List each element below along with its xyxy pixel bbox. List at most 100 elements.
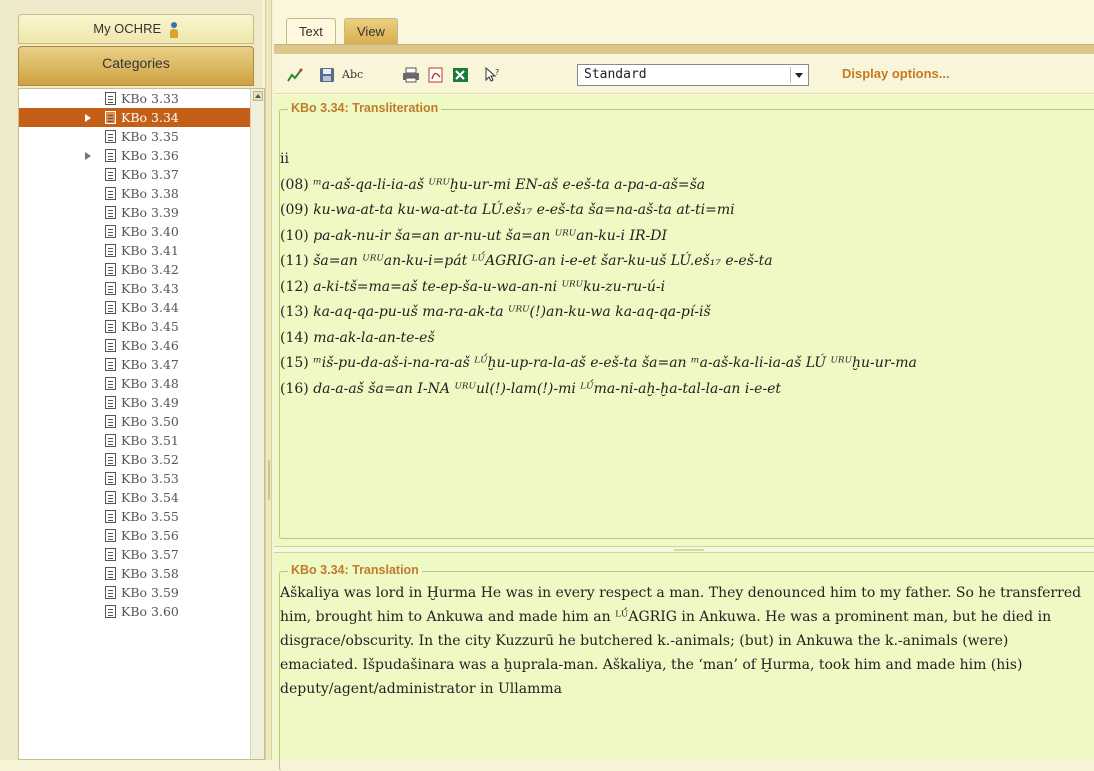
- tree-item[interactable]: KBo 3.43: [19, 279, 264, 298]
- tree-item-label: KBo 3.40: [121, 224, 179, 239]
- line-number: (10): [280, 227, 309, 244]
- tree-item[interactable]: KBo 3.37: [19, 165, 264, 184]
- tree-item[interactable]: KBo 3.33: [19, 89, 264, 108]
- line-text: da-a-aš ša=an I-NA ᵁᴿᵁul(!)-lam(!)-mi ᴸᵁ…: [313, 380, 782, 397]
- tree-item-label: KBo 3.49: [121, 395, 179, 410]
- tree-item[interactable]: KBo 3.34: [19, 108, 264, 127]
- document-icon: [105, 491, 116, 504]
- document-icon: [105, 339, 116, 352]
- expand-arrow-icon[interactable]: [85, 114, 91, 122]
- tree-item[interactable]: KBo 3.45: [19, 317, 264, 336]
- tree-item-label: KBo 3.38: [121, 186, 179, 201]
- transliteration-line: (15) ᵐiš-pu-da-aš-i-na-ra-aš ᴸᵁ́ḫu-up-ra…: [280, 351, 1094, 377]
- document-icon: [105, 320, 116, 333]
- tree-item[interactable]: KBo 3.49: [19, 393, 264, 412]
- tree-item[interactable]: KBo 3.42: [19, 260, 264, 279]
- panel-splitter[interactable]: [265, 0, 272, 760]
- spellcheck-icon[interactable]: Abc: [342, 67, 363, 83]
- save-icon[interactable]: [318, 67, 336, 83]
- view-mode-select[interactable]: Standard: [577, 64, 809, 86]
- line-number: (09): [280, 202, 309, 218]
- svg-text:?: ?: [495, 68, 499, 77]
- tab-view-label: View: [357, 24, 385, 39]
- tree-item[interactable]: KBo 3.40: [19, 222, 264, 241]
- tree-scrollbar[interactable]: [250, 89, 264, 759]
- categories-button[interactable]: Categories: [18, 46, 254, 86]
- tree-item[interactable]: KBo 3.60: [19, 602, 264, 621]
- tree-item[interactable]: KBo 3.39: [19, 203, 264, 222]
- transliteration-line: (11) ša=an ᵁᴿᵁan-ku-i=pát ᴸᵁ́AGRIG-an i-…: [280, 249, 1094, 275]
- document-icon: [105, 92, 116, 105]
- transliteration-heading: KBo 3.34: Transliteration: [288, 101, 442, 115]
- tree-item-label: KBo 3.36: [121, 148, 179, 163]
- tab-text[interactable]: Text: [286, 18, 336, 45]
- help-cursor-icon[interactable]: ?: [484, 67, 502, 83]
- tree-item-label: KBo 3.37: [121, 167, 179, 182]
- tree-item-label: KBo 3.45: [121, 319, 179, 334]
- line-text: ku-wa-at-ta ku-wa-at-ta LÚ.eš₁₇ e-eš-ta …: [313, 202, 735, 218]
- tree-item[interactable]: KBo 3.52: [19, 450, 264, 469]
- line-number: (15): [280, 355, 309, 371]
- line-text: a-ki-tš=ma=aš te-ep-ša-u-wa-an-ni ᵁᴿᵁku-…: [313, 278, 666, 295]
- tree-item[interactable]: KBo 3.57: [19, 545, 264, 564]
- transliteration-line: (14) ma-ak-la-an-te-eš: [280, 326, 1094, 352]
- document-icon: [105, 168, 116, 181]
- my-ochre-label: My OCHRE: [93, 21, 162, 36]
- tab-view[interactable]: View: [344, 18, 398, 45]
- tree-item[interactable]: KBo 3.51: [19, 431, 264, 450]
- tree-item[interactable]: KBo 3.41: [19, 241, 264, 260]
- tree-item-label: KBo 3.47: [121, 357, 179, 372]
- document-icon: [105, 358, 116, 371]
- document-icon: [105, 548, 116, 561]
- tree-item[interactable]: KBo 3.59: [19, 583, 264, 602]
- translation-heading: KBo 3.34: Translation: [288, 563, 422, 577]
- scroll-up-arrow-icon[interactable]: [253, 91, 263, 101]
- splitter-grip[interactable]: [268, 460, 270, 500]
- tree-item[interactable]: KBo 3.44: [19, 298, 264, 317]
- tree-item-label: KBo 3.46: [121, 338, 179, 353]
- document-icon: [105, 301, 116, 314]
- tree-item[interactable]: KBo 3.48: [19, 374, 264, 393]
- line-text: ka-aq-qa-pu-uš ma-ra-ak-ta ᵁᴿᵁ(!)an-ku-w…: [313, 304, 711, 320]
- tree-item[interactable]: KBo 3.36: [19, 146, 264, 165]
- transliteration-line: (10) pa-ak-nu-ir ša=an ar-nu-ut ša=an ᵁᴿ…: [280, 224, 1094, 250]
- tree-item[interactable]: KBo 3.35: [19, 127, 264, 146]
- tree-item[interactable]: KBo 3.53: [19, 469, 264, 488]
- tab-underline: [274, 44, 1094, 54]
- tree-item-label: KBo 3.57: [121, 547, 179, 562]
- transliteration-line: (09) ku-wa-at-ta ku-wa-at-ta LÚ.eš₁₇ e-e…: [280, 198, 1094, 224]
- tree-item-label: KBo 3.42: [121, 262, 179, 277]
- tree-item-label: KBo 3.48: [121, 376, 179, 391]
- tree-item[interactable]: KBo 3.56: [19, 526, 264, 545]
- chevron-down-icon[interactable]: [790, 67, 806, 83]
- line-number: (12): [280, 278, 309, 295]
- document-icon: [105, 206, 116, 219]
- line-text: ma-ak-la-an-te-eš: [313, 329, 435, 346]
- tree-item[interactable]: KBo 3.38: [19, 184, 264, 203]
- tree-item-label: KBo 3.55: [121, 509, 179, 524]
- tree-item[interactable]: KBo 3.50: [19, 412, 264, 431]
- line-text: ᵐa-aš-qa-li-ia-aš ᵁᴿᵁḫu-ur-mi EN-aš e-eš…: [313, 176, 706, 193]
- tree-item[interactable]: KBo 3.46: [19, 336, 264, 355]
- chart-icon[interactable]: [286, 67, 304, 83]
- pane-divider[interactable]: [674, 549, 704, 551]
- tree-item[interactable]: KBo 3.47: [19, 355, 264, 374]
- tree-item[interactable]: KBo 3.58: [19, 564, 264, 583]
- tree-item-label: KBo 3.60: [121, 604, 179, 619]
- my-ochre-button[interactable]: My OCHRE: [18, 14, 254, 44]
- left-panel: My OCHRE Categories KBo 3.33 KBo 3.34 KBo …: [0, 0, 265, 760]
- display-options-link[interactable]: Display options...: [842, 66, 950, 81]
- print-icon[interactable]: [402, 67, 420, 83]
- transliteration-line: (12) a-ki-tš=ma=aš te-ep-ša-u-wa-an-ni ᵁ…: [280, 275, 1094, 301]
- tree-item[interactable]: KBo 3.55: [19, 507, 264, 526]
- tree-item[interactable]: KBo 3.54: [19, 488, 264, 507]
- line-number: (16): [280, 380, 309, 397]
- document-icon: [105, 282, 116, 295]
- document-icon: [105, 567, 116, 580]
- tree-item-label: KBo 3.34: [121, 110, 179, 125]
- expand-arrow-icon[interactable]: [85, 152, 91, 160]
- document-icon: [105, 225, 116, 238]
- pdf-icon[interactable]: [427, 67, 445, 83]
- translation-text: Aškaliya was lord in Ḫurma He was in eve…: [280, 585, 1082, 697]
- excel-icon[interactable]: [452, 67, 470, 83]
